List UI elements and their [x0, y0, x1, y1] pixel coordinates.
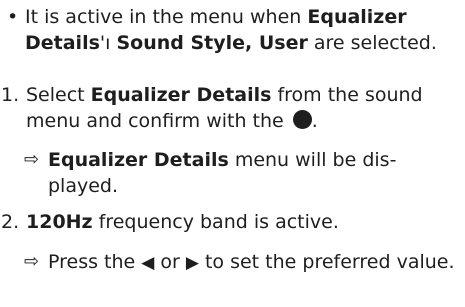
- step-2-text: 120Hz frequency band is active.: [26, 209, 465, 235]
- result-2-text-1: Press the: [48, 251, 142, 273]
- bullet-bold-2: Sound Style, User: [116, 32, 308, 54]
- step-2-number: 2.: [1, 211, 20, 233]
- result-arrow-icon: ⇨: [24, 149, 40, 170]
- step-1-text-1: Select: [26, 84, 91, 106]
- manual-page: • It is active in the menu when Equalize…: [0, 0, 465, 307]
- bullet-text-3: are selected.: [307, 32, 437, 54]
- step-1-bold: Equalizer Details: [90, 84, 272, 106]
- result-1-text: Equalizer Details menu will be dis-playe…: [48, 147, 465, 199]
- result-2: ⇨ Press the ◀ or ▶ to set the preferred …: [0, 249, 465, 276]
- bullet-text-2: 'ı: [99, 32, 117, 54]
- result-arrow-icon: ⇨: [24, 251, 40, 272]
- result-1-bold: Equalizer Details: [48, 149, 229, 171]
- result-2-text: Press the ◀ or ▶ to set the preferred va…: [48, 249, 465, 276]
- step-1: 1. Select Equalizer Details from the sou…: [0, 82, 465, 134]
- bullet-text-1: It is active in the menu when: [25, 6, 308, 28]
- result-1: ⇨ Equalizer Details menu will be dis-pla…: [0, 147, 465, 199]
- bullet-item: • It is active in the menu when Equalize…: [0, 4, 465, 56]
- result-2-text-2: or: [154, 251, 186, 273]
- step-2-bold: 120Hz: [26, 211, 93, 233]
- step-1-text: Select Equalizer Details from the sound …: [26, 82, 465, 134]
- ok-button-circle-icon: [292, 110, 312, 129]
- step-1-text-3: .: [311, 110, 318, 132]
- left-arrow-icon: ◀: [141, 253, 155, 273]
- step-1-number: 1.: [1, 84, 20, 106]
- step-2-text-1: frequency band is active.: [92, 211, 339, 233]
- result-2-text-3: to set the preferred value.: [198, 251, 455, 273]
- step-2: 2. 120Hz frequency band is active.: [0, 209, 465, 235]
- right-arrow-icon: ▶: [185, 253, 199, 273]
- bullet-text: It is active in the menu when Equalizer …: [25, 4, 465, 56]
- bullet-marker: •: [7, 6, 19, 28]
